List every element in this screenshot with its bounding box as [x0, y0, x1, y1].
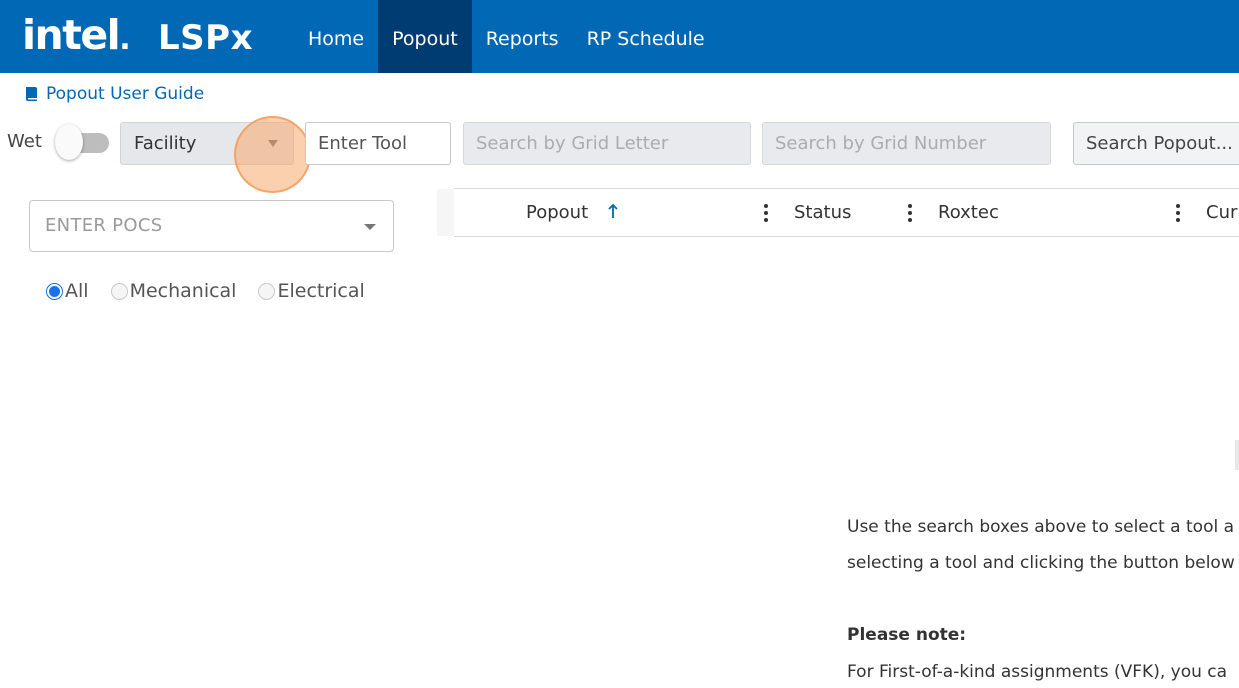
column-header-popout[interactable]: Popout — [526, 202, 588, 223]
facility-select[interactable]: Facility — [120, 122, 294, 165]
discipline-radio-group: All Mechanical Electrical — [46, 278, 387, 304]
column-menu-icon[interactable] — [907, 202, 913, 224]
tool-input[interactable] — [305, 122, 451, 165]
radio-all[interactable]: All — [46, 280, 89, 302]
wet-toggle[interactable] — [55, 123, 111, 161]
column-header-status[interactable]: Status — [794, 202, 851, 223]
main-nav: Home Popout Reports RP Schedule — [294, 0, 719, 73]
radio-mechanical[interactable]: Mechanical — [110, 280, 237, 302]
nav-rp-schedule[interactable]: RP Schedule — [573, 0, 719, 73]
column-menu-icon[interactable] — [1175, 202, 1181, 224]
radio-mechanical-dot — [110, 282, 128, 300]
nav-popout[interactable]: Popout — [378, 0, 472, 73]
grid-header: Popout Status Roxtec Cur — [454, 188, 1239, 237]
scroll-edge — [1235, 440, 1239, 470]
nav-reports[interactable]: Reports — [472, 0, 573, 73]
wet-label: Wet — [7, 131, 42, 152]
info-text-line-1: Use the search boxes above to select a t… — [847, 517, 1235, 537]
grid-letter-search-input[interactable] — [463, 122, 751, 165]
intel-logo-text: intel — [22, 11, 121, 59]
radio-all-dot — [46, 282, 63, 300]
column-header-cur[interactable]: Cur — [1206, 202, 1237, 223]
pocs-select[interactable]: ENTER POCS — [29, 200, 394, 252]
grid-number-search-input[interactable] — [762, 122, 1051, 165]
popout-user-guide-label: Popout User Guide — [46, 84, 205, 104]
top-nav-bar: intel. LSPx Home Popout Reports RP Sched… — [0, 0, 1239, 73]
radio-electrical-label: Electrical — [277, 280, 365, 302]
nav-home[interactable]: Home — [294, 0, 378, 73]
column-menu-icon[interactable] — [763, 202, 769, 224]
intel-logo[interactable]: intel. — [22, 9, 131, 61]
radio-mechanical-label: Mechanical — [129, 280, 237, 302]
app-name[interactable]: LSPx — [158, 16, 253, 60]
info-text-line-2: selecting a tool and clicking the button… — [847, 553, 1235, 573]
facility-select-value: Facility — [134, 133, 197, 154]
sort-ascending-icon[interactable] — [607, 203, 619, 221]
wet-toggle-knob — [55, 124, 83, 160]
column-header-roxtec[interactable]: Roxtec — [938, 202, 999, 223]
radio-all-label: All — [65, 280, 89, 302]
caret-down-icon — [268, 140, 278, 147]
grid-header-gutter — [437, 189, 454, 236]
radio-electrical-dot — [258, 282, 276, 300]
book-icon — [26, 87, 37, 101]
caret-down-icon — [364, 224, 376, 230]
popout-search-input[interactable] — [1073, 122, 1239, 165]
intel-logo-dot: . — [119, 22, 130, 57]
popout-user-guide-link[interactable]: Popout User Guide — [25, 82, 204, 106]
radio-electrical[interactable]: Electrical — [258, 280, 365, 302]
pocs-select-placeholder: ENTER POCS — [45, 215, 163, 236]
note-title: Please note: — [847, 625, 967, 645]
info-text-line-3: For First-of-a-kind assignments (VFK), y… — [847, 662, 1228, 682]
